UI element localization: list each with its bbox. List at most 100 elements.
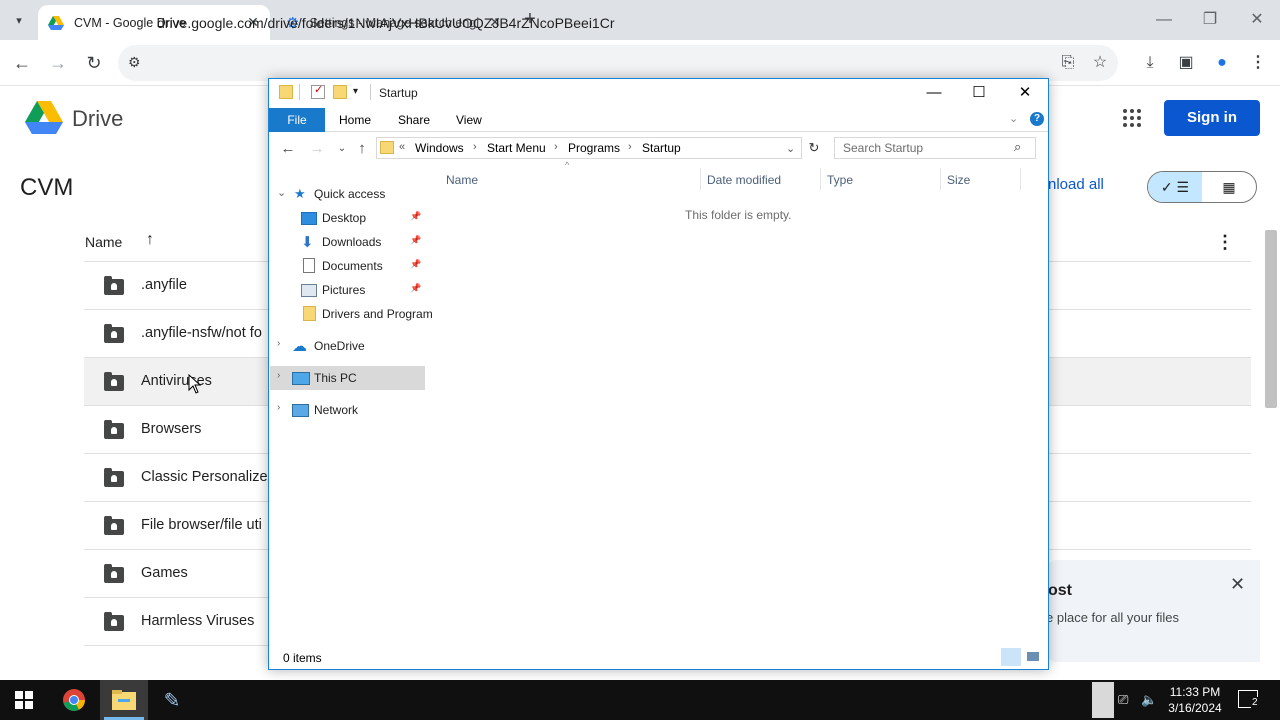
nav-this-pc[interactable]: › This PC: [270, 366, 425, 390]
forward-button[interactable]: →: [307, 140, 327, 158]
pin-icon[interactable]: 📌: [410, 283, 421, 294]
address-bar[interactable]: [118, 45, 1118, 81]
close-window-button[interactable]: ✕: [1234, 6, 1280, 34]
url-text[interactable]: drive.google.com/drive/folders/1NwIAjVxH…: [157, 15, 614, 31]
breadcrumb-overflow[interactable]: «: [399, 141, 405, 153]
recent-locations-icon[interactable]: ⌄: [332, 143, 352, 161]
pin-icon[interactable]: 📌: [410, 235, 421, 246]
maximize-button[interactable]: ☐: [956, 80, 1002, 106]
breadcrumb-start-menu[interactable]: Start Menu: [487, 141, 546, 155]
search-placeholder[interactable]: Search Startup: [843, 141, 923, 155]
bookmark-star-icon[interactable]: ☆: [1089, 52, 1111, 74]
refresh-button[interactable]: ↻: [804, 137, 824, 159]
sign-in-button[interactable]: Sign in: [1164, 100, 1260, 136]
tab-file[interactable]: File: [269, 108, 325, 132]
reload-button[interactable]: ↻: [82, 51, 106, 75]
chevron-right-icon[interactable]: ›: [628, 141, 632, 153]
folder-name: Browsers: [141, 421, 202, 437]
column-divider[interactable]: [700, 168, 701, 190]
back-button[interactable]: ←: [10, 51, 34, 75]
column-divider[interactable]: [820, 168, 821, 190]
tab-share[interactable]: Share: [398, 113, 430, 127]
nav-drivers-and-programs[interactable]: Drivers and Program: [270, 302, 433, 326]
page-scrollbar[interactable]: [1265, 230, 1277, 408]
customize-toolbar-icon[interactable]: ▾: [353, 86, 358, 97]
name-column-header[interactable]: Name: [85, 234, 122, 250]
nav-label: This PC: [314, 371, 357, 385]
install-app-icon[interactable]: ⎘: [1057, 52, 1079, 74]
explorer-taskbar-button[interactable]: [100, 680, 148, 720]
nav-quick-access[interactable]: ⌄ ★ Quick access: [270, 182, 425, 206]
nav-pictures[interactable]: Pictures 📌: [270, 278, 425, 302]
back-button[interactable]: ←: [278, 140, 298, 158]
column-divider[interactable]: [1020, 168, 1021, 190]
pin-icon[interactable]: 📌: [410, 211, 421, 222]
page-title: CVM: [20, 174, 74, 201]
chevron-right-icon[interactable]: ›: [473, 141, 477, 153]
side-panel-icon[interactable]: ▣: [1175, 52, 1197, 74]
network-tray-icon[interactable]: ⎚: [1118, 692, 1128, 708]
up-button[interactable]: ↑: [352, 140, 372, 158]
chevron-right-icon[interactable]: ›: [277, 370, 280, 381]
properties-icon[interactable]: ✓: [311, 84, 325, 99]
start-button[interactable]: [0, 680, 48, 720]
column-header-name[interactable]: Name: [446, 173, 478, 187]
column-header-size[interactable]: Size: [947, 173, 970, 187]
minimize-button[interactable]: —: [911, 80, 957, 106]
status-item-count: 0 items: [283, 651, 322, 665]
pin-icon[interactable]: 📌: [410, 259, 421, 270]
column-divider[interactable]: [940, 168, 941, 190]
nav-label: Network: [314, 403, 359, 417]
column-header-type[interactable]: Type: [827, 173, 853, 187]
google-apps-icon[interactable]: [1122, 108, 1142, 128]
grid-view-button[interactable]: ▦: [1202, 172, 1256, 202]
volume-muted-icon[interactable]: 🔈: [1141, 692, 1157, 708]
promo-title: ost: [1048, 582, 1072, 599]
clock[interactable]: 11:33 PM 3/16/2024: [1160, 684, 1230, 716]
nav-onedrive[interactable]: › ☁ OneDrive: [270, 334, 425, 358]
forward-button[interactable]: →: [46, 51, 70, 75]
chevron-down-icon[interactable]: ⌄: [786, 142, 795, 155]
download-all-button[interactable]: nload all: [1048, 176, 1104, 193]
site-info-icon[interactable]: ⚙: [128, 54, 141, 71]
drive-logo-icon[interactable]: [25, 101, 63, 134]
tab-search-button[interactable]: ▾: [7, 8, 31, 32]
help-icon[interactable]: ?: [1030, 112, 1044, 126]
new-folder-icon[interactable]: [333, 85, 347, 99]
expand-ribbon-icon[interactable]: ⌄: [1009, 112, 1018, 125]
breadcrumb-startup[interactable]: Startup: [642, 141, 681, 155]
view-toggle[interactable]: ✓ ☰ ▦: [1147, 171, 1257, 203]
chevron-right-icon[interactable]: ›: [277, 402, 280, 413]
close-icon[interactable]: ✕: [1230, 574, 1245, 595]
list-view-button[interactable]: ✓ ☰: [1148, 172, 1202, 202]
nav-network[interactable]: › Network: [270, 398, 425, 422]
nav-desktop[interactable]: Desktop 📌: [270, 206, 425, 230]
chevron-right-icon[interactable]: ›: [554, 141, 558, 153]
notifications-icon[interactable]: 2: [1238, 690, 1259, 708]
download-icon[interactable]: ⤓: [1139, 52, 1161, 74]
sort-arrow-up-icon[interactable]: ↑: [146, 231, 154, 249]
chrome-taskbar-button[interactable]: [50, 680, 98, 720]
drive-logo-text[interactable]: Drive: [72, 106, 123, 132]
nav-downloads[interactable]: ⬇ Downloads 📌: [270, 230, 425, 254]
details-view-icon[interactable]: [1001, 648, 1021, 666]
window-title: Startup: [379, 86, 418, 100]
chevron-right-icon[interactable]: ›: [277, 338, 280, 349]
profile-icon[interactable]: ●: [1211, 52, 1233, 74]
tab-home[interactable]: Home: [339, 113, 371, 127]
nav-documents[interactable]: Documents 📌: [270, 254, 425, 278]
large-icons-view-icon[interactable]: [1023, 648, 1043, 666]
column-header-date-modified[interactable]: Date modified: [707, 173, 781, 187]
clock-time: 11:33 PM: [1169, 685, 1221, 699]
breadcrumb-windows[interactable]: Windows: [415, 141, 464, 155]
chevron-down-icon[interactable]: ⌄: [277, 186, 286, 199]
restore-button[interactable]: ❐: [1187, 6, 1233, 34]
breadcrumb-programs[interactable]: Programs: [568, 141, 620, 155]
close-window-button[interactable]: ✕: [1002, 80, 1048, 106]
menu-icon[interactable]: ⋮: [1247, 52, 1269, 74]
search-icon[interactable]: ⌕: [1014, 139, 1021, 155]
tab-view[interactable]: View: [456, 113, 482, 127]
more-options-icon[interactable]: ⋮: [1216, 232, 1234, 253]
app-taskbar-button[interactable]: ✎: [148, 680, 196, 720]
minimize-button[interactable]: —: [1141, 6, 1187, 34]
